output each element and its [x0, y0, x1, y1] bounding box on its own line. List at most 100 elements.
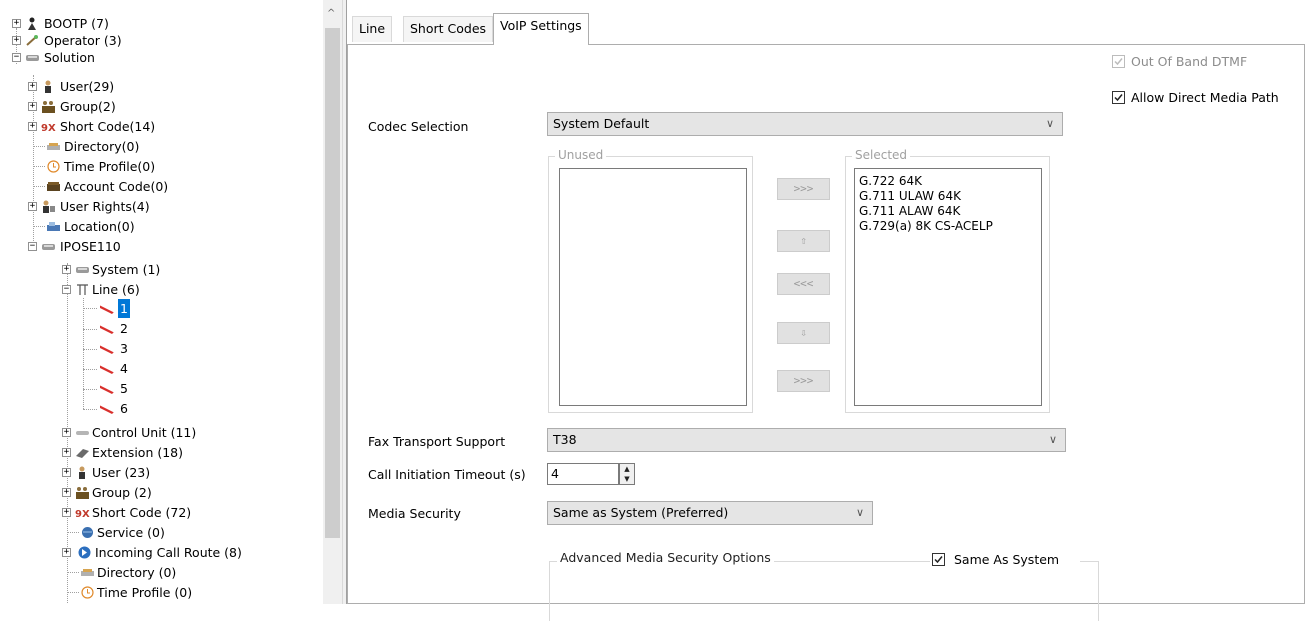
- call-initiation-timeout-label: Call Initiation Timeout (s): [368, 467, 526, 482]
- tab-short-codes[interactable]: Short Codes: [403, 16, 494, 42]
- phone-line-icon: [99, 404, 115, 414]
- move-up-button[interactable]: ⇧: [777, 230, 830, 252]
- fax-transport-dropdown[interactable]: T38 ∨: [547, 428, 1066, 452]
- chevron-down-icon: ∨: [1048, 433, 1057, 446]
- expand-icon[interactable]: +: [62, 428, 71, 437]
- tree-item-label: 3: [120, 341, 128, 356]
- solution-icon: [26, 55, 39, 61]
- tree-item-label: User(29): [60, 79, 115, 94]
- expand-icon[interactable]: +: [12, 36, 21, 45]
- same-as-system-label: Same As System: [954, 552, 1060, 567]
- media-security-label: Media Security: [368, 506, 461, 521]
- list-item[interactable]: G.722 64K: [855, 174, 1041, 189]
- tree-item-label: 6: [120, 401, 128, 416]
- account-code-icon: [47, 182, 60, 191]
- timeout-spinner[interactable]: ▲ ▼: [619, 463, 635, 485]
- tree-scrollbar[interactable]: ^: [323, 0, 342, 604]
- allow-direct-media-label: Allow Direct Media Path: [1131, 90, 1279, 105]
- extension-icon: [76, 449, 89, 458]
- allow-direct-media-checkbox[interactable]: [1112, 91, 1125, 104]
- chevron-down-icon: ∨: [855, 506, 864, 519]
- spin-down-icon[interactable]: ▼: [620, 474, 634, 484]
- tree-connector: [33, 186, 45, 187]
- phone-line-icon: [99, 344, 115, 354]
- tree-connector: [33, 146, 45, 147]
- collapse-icon[interactable]: −: [28, 242, 37, 251]
- list-item[interactable]: G.729(a) 8K CS-ACELP: [855, 219, 1041, 234]
- expand-icon[interactable]: +: [62, 488, 71, 497]
- expand-icon[interactable]: +: [28, 122, 37, 131]
- tree-item-label: User (23): [92, 465, 151, 480]
- tree-connector: [83, 298, 84, 409]
- codec-selection-dropdown[interactable]: System Default ∨: [547, 112, 1063, 136]
- checkmark-icon: [934, 556, 943, 564]
- tree-connector: [83, 389, 97, 390]
- collapse-icon[interactable]: −: [12, 53, 21, 62]
- line-icon: [77, 284, 88, 295]
- spin-up-icon[interactable]: ▲: [620, 464, 634, 474]
- checkmark-icon: [1114, 58, 1123, 66]
- control-unit-icon: [76, 431, 89, 435]
- chevron-down-icon: ∨: [1045, 117, 1054, 130]
- user-rights-icon: [43, 200, 55, 213]
- arrow-down-icon: ⇩: [800, 326, 807, 339]
- tree-item-label: Incoming Call Route (8): [95, 545, 242, 560]
- tree-item-label: Line (6): [92, 282, 140, 297]
- tree-item-label: 2: [120, 321, 128, 336]
- tab-strip: Line Short Codes VoIP Settings: [347, 0, 1305, 45]
- list-item[interactable]: G.711 ALAW 64K: [855, 204, 1041, 219]
- tree-item-label: Extension (18): [92, 445, 183, 460]
- same-as-system-checkbox[interactable]: [932, 553, 945, 566]
- phone-line-icon: [99, 364, 115, 374]
- phone-line-icon: [99, 324, 115, 334]
- tree-item-label: User Rights(4): [60, 199, 150, 214]
- expand-icon[interactable]: +: [28, 202, 37, 211]
- add-button[interactable]: >>>: [777, 370, 830, 392]
- expand-icon[interactable]: +: [62, 448, 71, 457]
- expand-icon[interactable]: +: [62, 265, 71, 274]
- operator-icon: [26, 35, 38, 46]
- tree-item-label: Location(0): [64, 219, 135, 234]
- tree-item-label: Directory (0): [97, 565, 177, 580]
- media-security-dropdown[interactable]: Same as System (Preferred) ∨: [547, 501, 873, 525]
- tree-connector: [33, 226, 45, 227]
- bootp-icon: [28, 17, 36, 30]
- unused-codecs-list[interactable]: [559, 168, 747, 406]
- add-all-button[interactable]: >>>: [777, 178, 830, 200]
- expand-icon[interactable]: +: [62, 508, 71, 517]
- tree-item-label: Group (2): [92, 485, 152, 500]
- tree-connector: [83, 329, 97, 330]
- expand-icon[interactable]: +: [12, 19, 21, 28]
- remove-all-button[interactable]: <<<: [777, 273, 830, 295]
- expand-icon[interactable]: +: [62, 548, 71, 557]
- tree-item-label: Short Code (72): [92, 505, 192, 520]
- tree-item-label: System (1): [92, 262, 161, 277]
- tree-item-label: IPOSE110: [60, 239, 121, 254]
- tree-item-label: 1: [118, 299, 130, 318]
- selected-codecs-list[interactable]: G.722 64K G.711 ULAW 64K G.711 ALAW 64K …: [854, 168, 1042, 406]
- phone-line-icon: [99, 304, 115, 314]
- list-item[interactable]: G.711 ULAW 64K: [855, 189, 1041, 204]
- scrollbar-thumb[interactable]: [325, 28, 340, 538]
- expand-icon[interactable]: +: [62, 468, 71, 477]
- out-of-band-dtmf-label: Out Of Band DTMF: [1131, 54, 1248, 69]
- out-of-band-dtmf-checkbox[interactable]: [1112, 55, 1125, 68]
- short-code-icon: 9X: [75, 509, 90, 519]
- tree-item-label: Solution: [44, 50, 95, 65]
- media-security-value: Same as System (Preferred): [553, 505, 729, 520]
- move-down-button[interactable]: ⇩: [777, 322, 830, 344]
- tab-line[interactable]: Line: [352, 16, 393, 42]
- tab-voip-settings[interactable]: VoIP Settings: [493, 13, 589, 45]
- call-initiation-timeout-input[interactable]: 4: [547, 463, 619, 485]
- selected-group-title: Selected: [852, 148, 911, 162]
- collapse-icon[interactable]: −: [62, 285, 71, 294]
- tree-connector: [67, 572, 79, 573]
- expand-icon[interactable]: +: [28, 102, 37, 111]
- tree-item-label: Service (0): [97, 525, 165, 540]
- scroll-up-icon[interactable]: ^: [327, 8, 335, 19]
- same-as-system-wrapper: Same As System: [930, 550, 1080, 570]
- expand-icon[interactable]: +: [28, 82, 37, 91]
- incoming-call-route-icon: [78, 546, 91, 559]
- configuration-tree[interactable]: + BOOTP (7) + Operator (3) − Solution + …: [0, 0, 323, 604]
- tree-connector: [83, 308, 97, 309]
